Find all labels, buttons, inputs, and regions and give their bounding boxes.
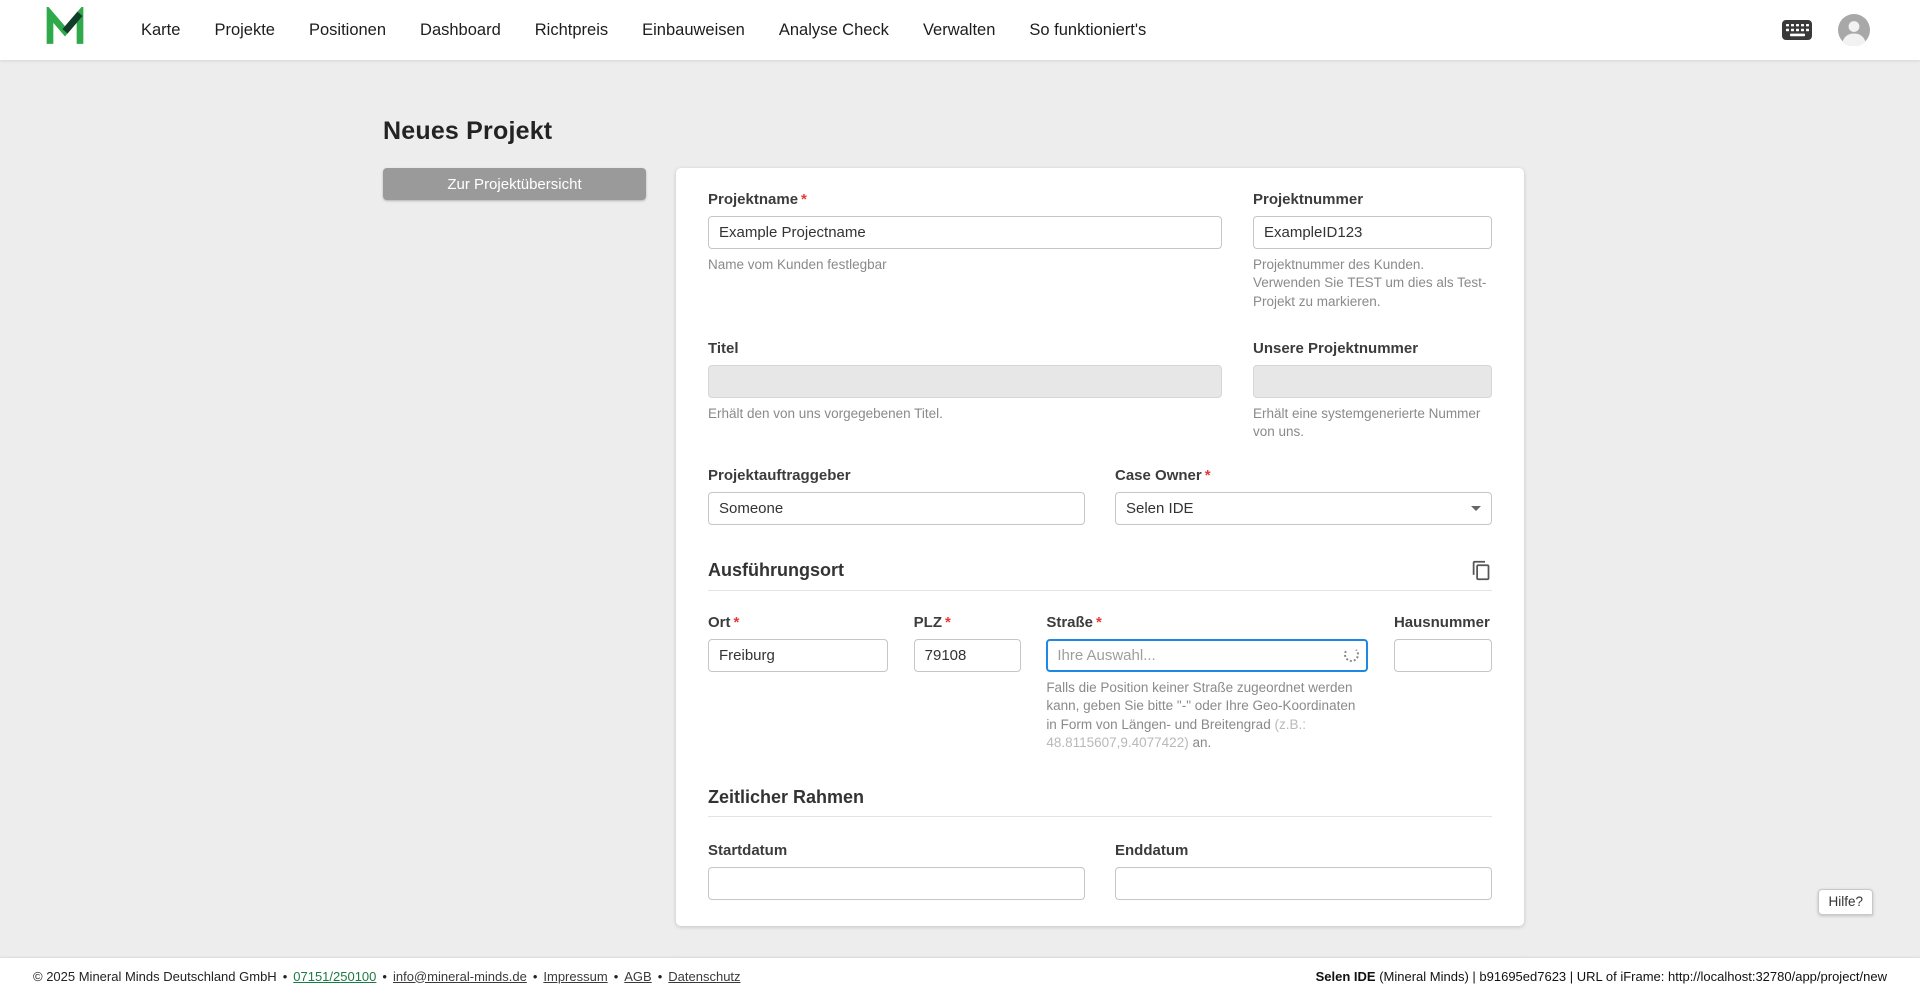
chevron-down-icon: [1471, 506, 1481, 511]
strasse-helper-text: Falls die Position keiner Straße zugeord…: [1046, 679, 1368, 752]
projektauftraggeber-input[interactable]: [708, 492, 1085, 525]
session-details: (Mineral Minds) | b91695ed7623 | URL of …: [1376, 969, 1887, 984]
section-title-zeitlicher-rahmen: Zeitlicher Rahmen: [708, 786, 864, 808]
titel-label: Titel: [708, 339, 1222, 358]
projektnummer-helper-text: Projektnummer des Kunden. Verwenden Sie …: [1253, 256, 1492, 311]
session-user-name: Selen IDE: [1316, 969, 1376, 984]
nav-right-actions: [1782, 14, 1870, 46]
required-asterisk: *: [945, 614, 951, 631]
field-unsere-projektnummer: Unsere Projektnummer Erhält eine systemg…: [1253, 339, 1492, 442]
field-projektnummer: Projektnummer Projektnummer des Kunden. …: [1253, 190, 1492, 311]
nav-item-karte[interactable]: Karte: [141, 21, 180, 40]
footer-agb-link[interactable]: AGB: [624, 969, 651, 984]
titel-input: [708, 365, 1222, 398]
nav-item-verwalten[interactable]: Verwalten: [923, 21, 995, 40]
field-enddatum: Enddatum: [1115, 841, 1492, 900]
field-case-owner: Case Owner* Selen IDE: [1115, 466, 1492, 525]
projektauftraggeber-label: Projektauftraggeber: [708, 466, 1085, 485]
field-plz: PLZ*: [914, 613, 1021, 672]
footer-session-info: Selen IDE (Mineral Minds) | b91695ed7623…: [1316, 969, 1887, 984]
hausnummer-input[interactable]: [1394, 639, 1492, 672]
projektnummer-input[interactable]: [1253, 216, 1492, 249]
case-owner-label: Case Owner*: [1115, 466, 1492, 485]
field-projektauftraggeber: Projektauftraggeber: [708, 466, 1085, 525]
unsere-projektnummer-helper-text: Erhält eine systemgenerierte Nummer von …: [1253, 405, 1492, 442]
field-startdatum: Startdatum: [708, 841, 1085, 900]
required-asterisk: *: [734, 614, 740, 631]
required-asterisk: *: [801, 191, 807, 208]
footer-phone-link[interactable]: 07151/250100: [293, 969, 376, 984]
projektnummer-label: Projektnummer: [1253, 190, 1492, 209]
strasse-input[interactable]: [1046, 639, 1368, 672]
startdatum-label: Startdatum: [708, 841, 1085, 860]
field-projektname: Projektname* Name vom Kunden festlegbar: [708, 190, 1222, 274]
strasse-label: Straße*: [1046, 613, 1368, 632]
unsere-projektnummer-input: [1253, 365, 1492, 398]
startdatum-input[interactable]: [708, 867, 1085, 900]
case-owner-selected-value: Selen IDE: [1126, 500, 1194, 517]
nav-item-einbauweisen[interactable]: Einbauweisen: [642, 21, 745, 40]
keyboard-icon[interactable]: [1782, 20, 1812, 40]
case-owner-select[interactable]: Selen IDE: [1115, 492, 1492, 525]
ort-label: Ort*: [708, 613, 888, 632]
mineral-minds-logo[interactable]: [45, 7, 85, 54]
projektname-input[interactable]: [708, 216, 1222, 249]
plz-input[interactable]: [914, 639, 1021, 672]
copyright-text: © 2025 Mineral Minds Deutschland GmbH: [33, 969, 277, 984]
section-divider: [708, 590, 1492, 591]
nav-item-dashboard[interactable]: Dashboard: [420, 21, 501, 40]
page-title: Neues Projekt: [383, 117, 1920, 146]
footer-datenschutz-link[interactable]: Datenschutz: [668, 969, 740, 984]
app-footer: © 2025 Mineral Minds Deutschland GmbH • …: [0, 958, 1920, 994]
nav-item-richtpreis[interactable]: Richtpreis: [535, 21, 608, 40]
top-navigation-bar: Karte Projekte Positionen Dashboard Rich…: [0, 0, 1920, 60]
help-button[interactable]: Hilfe?: [1818, 889, 1873, 915]
copy-icon[interactable]: [1471, 559, 1492, 582]
main-navigation: Karte Projekte Positionen Dashboard Rich…: [141, 21, 1782, 40]
footer-legal: © 2025 Mineral Minds Deutschland GmbH • …: [33, 969, 741, 984]
field-hausnummer: Hausnummer: [1394, 613, 1492, 672]
titel-helper-text: Erhält den von uns vorgegebenen Titel.: [708, 405, 1222, 423]
required-asterisk: *: [1205, 467, 1211, 484]
field-titel: Titel Erhält den von uns vorgegebenen Ti…: [708, 339, 1222, 423]
user-avatar[interactable]: [1838, 14, 1870, 46]
nav-item-positionen[interactable]: Positionen: [309, 21, 386, 40]
section-divider: [708, 816, 1492, 817]
unsere-projektnummer-label: Unsere Projektnummer: [1253, 339, 1492, 358]
projektname-label: Projektname*: [708, 190, 1222, 209]
nav-item-analyse-check[interactable]: Analyse Check: [779, 21, 889, 40]
section-title-ausfuehrungsort: Ausführungsort: [708, 559, 844, 581]
footer-impressum-link[interactable]: Impressum: [543, 969, 607, 984]
new-project-form-card: Projektname* Name vom Kunden festlegbar …: [676, 168, 1524, 926]
nav-item-so-funktionierts[interactable]: So funktioniert's: [1029, 21, 1146, 40]
field-strasse: Straße* Falls die Position keiner Straße…: [1046, 613, 1368, 752]
projektname-helper-text: Name vom Kunden festlegbar: [708, 256, 1222, 274]
footer-email-link[interactable]: info@mineral-minds.de: [393, 969, 527, 984]
field-ort: Ort*: [708, 613, 888, 672]
enddatum-input[interactable]: [1115, 867, 1492, 900]
back-to-project-overview-button[interactable]: Zur Projektübersicht: [383, 168, 646, 200]
hausnummer-label: Hausnummer: [1394, 613, 1492, 632]
enddatum-label: Enddatum: [1115, 841, 1492, 860]
logo-m-icon: [45, 7, 85, 54]
required-asterisk: *: [1096, 614, 1102, 631]
ort-input[interactable]: [708, 639, 888, 672]
plz-label: PLZ*: [914, 613, 1021, 632]
main-content: Neues Projekt Zur Projektübersicht Proje…: [0, 60, 1920, 994]
nav-item-projekte[interactable]: Projekte: [214, 21, 275, 40]
